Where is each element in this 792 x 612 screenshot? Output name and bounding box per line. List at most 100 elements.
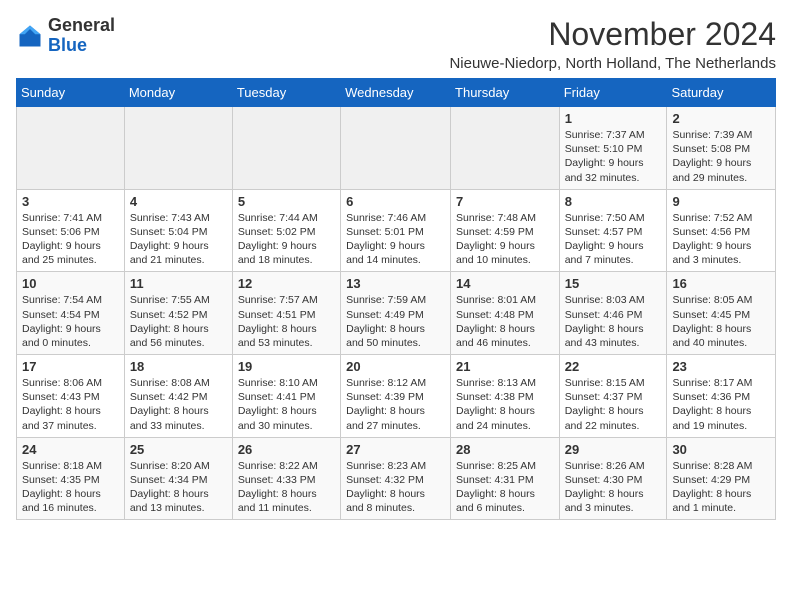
day-number: 8	[565, 194, 662, 209]
day-number: 16	[672, 276, 770, 291]
table-row: 16 Sunrise: 8:05 AM Sunset: 4:45 PM Dayli…	[667, 272, 776, 355]
day-number: 2	[672, 111, 770, 126]
table-row: 9 Sunrise: 7:52 AM Sunset: 4:56 PM Daylig…	[667, 189, 776, 272]
table-row: 25 Sunrise: 8:20 AM Sunset: 4:34 PM Dayli…	[124, 437, 232, 520]
day-number: 12	[238, 276, 335, 291]
table-row: 22 Sunrise: 8:15 AM Sunset: 4:37 PM Dayli…	[559, 355, 667, 438]
day-info: Sunrise: 7:43 AM Sunset: 5:04 PM Dayligh…	[130, 211, 227, 268]
calendar-week-row: 17Sunrise: 8:06 AM Sunset: 4:43 PM Dayli…	[17, 355, 776, 438]
day-info: Sunrise: 8:17 AM Sunset: 4:36 PM Dayligh…	[672, 376, 770, 433]
header-tuesday: Tuesday	[232, 79, 340, 107]
day-info: Sunrise: 7:55 AM Sunset: 4:52 PM Dayligh…	[130, 293, 227, 350]
day-number: 1	[565, 111, 662, 126]
table-row: 6 Sunrise: 7:46 AM Sunset: 5:01 PM Daylig…	[341, 189, 451, 272]
day-info: Sunrise: 8:03 AM Sunset: 4:46 PM Dayligh…	[565, 293, 662, 350]
table-row: 18 Sunrise: 8:08 AM Sunset: 4:42 PM Dayli…	[124, 355, 232, 438]
table-row: 4 Sunrise: 7:43 AM Sunset: 5:04 PM Daylig…	[124, 189, 232, 272]
day-info: Sunrise: 8:18 AM Sunset: 4:35 PM Dayligh…	[22, 459, 119, 516]
day-number: 6	[346, 194, 445, 209]
header-wednesday: Wednesday	[341, 79, 451, 107]
header-saturday: Saturday	[667, 79, 776, 107]
calendar-week-row: 24 Sunrise: 8:18 AM Sunset: 4:35 PM Dayli…	[17, 437, 776, 520]
day-number: 21	[456, 359, 554, 374]
day-info: Sunrise: 7:44 AM Sunset: 5:02 PM Dayligh…	[238, 211, 335, 268]
day-number: 9	[672, 194, 770, 209]
day-number: 30	[672, 442, 770, 457]
table-row: 19Sunrise: 8:10 AM Sunset: 4:41 PM Dayli…	[232, 355, 340, 438]
day-number: 27	[346, 442, 445, 457]
table-row: 28 Sunrise: 8:25 AM Sunset: 4:31 PM Dayli…	[451, 437, 560, 520]
calendar-table: Sunday Monday Tuesday Wednesday Thursday…	[16, 78, 776, 520]
day-info: Sunrise: 7:46 AM Sunset: 5:01 PM Dayligh…	[346, 211, 445, 268]
day-info: Sunrise: 7:39 AM Sunset: 5:08 PM Dayligh…	[672, 128, 770, 185]
day-info: Sunrise: 7:52 AM Sunset: 4:56 PM Dayligh…	[672, 211, 770, 268]
table-row: 30 Sunrise: 8:28 AM Sunset: 4:29 PM Dayli…	[667, 437, 776, 520]
day-number: 22	[565, 359, 662, 374]
day-number: 20	[346, 359, 445, 374]
day-info: Sunrise: 8:12 AM Sunset: 4:39 PM Dayligh…	[346, 376, 445, 433]
table-row: 24 Sunrise: 8:18 AM Sunset: 4:35 PM Dayli…	[17, 437, 125, 520]
day-number: 25	[130, 442, 227, 457]
table-row: 20 Sunrise: 8:12 AM Sunset: 4:39 PM Dayli…	[341, 355, 451, 438]
header: General Blue November 2024 Nieuwe-Niedor…	[16, 16, 776, 72]
day-info: Sunrise: 8:08 AM Sunset: 4:42 PM Dayligh…	[130, 376, 227, 433]
table-row: 23 Sunrise: 8:17 AM Sunset: 4:36 PM Dayli…	[667, 355, 776, 438]
table-row: 26 Sunrise: 8:22 AM Sunset: 4:33 PM Dayli…	[232, 437, 340, 520]
logo-icon	[16, 22, 44, 50]
logo-text: General Blue	[48, 16, 115, 56]
calendar-week-row: 3 Sunrise: 7:41 AM Sunset: 5:06 PM Daylig…	[17, 189, 776, 272]
day-number: 7	[456, 194, 554, 209]
day-info: Sunrise: 7:54 AM Sunset: 4:54 PM Dayligh…	[22, 293, 119, 350]
header-thursday: Thursday	[451, 79, 560, 107]
table-row: 7 Sunrise: 7:48 AM Sunset: 4:59 PM Daylig…	[451, 189, 560, 272]
table-row: 13 Sunrise: 7:59 AM Sunset: 4:49 PM Dayli…	[341, 272, 451, 355]
header-monday: Monday	[124, 79, 232, 107]
table-row	[451, 107, 560, 190]
day-info: Sunrise: 7:37 AM Sunset: 5:10 PM Dayligh…	[565, 128, 662, 185]
table-row: 27 Sunrise: 8:23 AM Sunset: 4:32 PM Dayli…	[341, 437, 451, 520]
calendar-week-row: 1 Sunrise: 7:37 AM Sunset: 5:10 PM Daylig…	[17, 107, 776, 190]
table-row: 15 Sunrise: 8:03 AM Sunset: 4:46 PM Dayli…	[559, 272, 667, 355]
day-info: Sunrise: 8:15 AM Sunset: 4:37 PM Dayligh…	[565, 376, 662, 433]
day-number: 29	[565, 442, 662, 457]
month-title: November 2024	[449, 16, 776, 53]
day-info: Sunrise: 8:22 AM Sunset: 4:33 PM Dayligh…	[238, 459, 335, 516]
day-info: Sunrise: 7:48 AM Sunset: 4:59 PM Dayligh…	[456, 211, 554, 268]
day-number: 4	[130, 194, 227, 209]
day-info: Sunrise: 8:28 AM Sunset: 4:29 PM Dayligh…	[672, 459, 770, 516]
day-number: 13	[346, 276, 445, 291]
day-number: 5	[238, 194, 335, 209]
day-number: 26	[238, 442, 335, 457]
table-row: 14Sunrise: 8:01 AM Sunset: 4:48 PM Dayli…	[451, 272, 560, 355]
title-area: November 2024 Nieuwe-Niedorp, North Holl…	[449, 16, 776, 72]
day-info: Sunrise: 7:59 AM Sunset: 4:49 PM Dayligh…	[346, 293, 445, 350]
day-info: Sunrise: 8:26 AM Sunset: 4:30 PM Dayligh…	[565, 459, 662, 516]
table-row: 3 Sunrise: 7:41 AM Sunset: 5:06 PM Daylig…	[17, 189, 125, 272]
table-row	[341, 107, 451, 190]
day-info: Sunrise: 8:25 AM Sunset: 4:31 PM Dayligh…	[456, 459, 554, 516]
header-friday: Friday	[559, 79, 667, 107]
day-number: 14	[456, 276, 554, 291]
day-number: 24	[22, 442, 119, 457]
day-number: 28	[456, 442, 554, 457]
table-row: 12Sunrise: 7:57 AM Sunset: 4:51 PM Dayli…	[232, 272, 340, 355]
day-number: 23	[672, 359, 770, 374]
day-info: Sunrise: 7:50 AM Sunset: 4:57 PM Dayligh…	[565, 211, 662, 268]
day-info: Sunrise: 8:13 AM Sunset: 4:38 PM Dayligh…	[456, 376, 554, 433]
table-row	[17, 107, 125, 190]
day-number: 15	[565, 276, 662, 291]
table-row: 10Sunrise: 7:54 AM Sunset: 4:54 PM Dayli…	[17, 272, 125, 355]
day-info: Sunrise: 8:20 AM Sunset: 4:34 PM Dayligh…	[130, 459, 227, 516]
day-info: Sunrise: 8:23 AM Sunset: 4:32 PM Dayligh…	[346, 459, 445, 516]
table-row: 2 Sunrise: 7:39 AM Sunset: 5:08 PM Daylig…	[667, 107, 776, 190]
day-info: Sunrise: 8:10 AM Sunset: 4:41 PM Dayligh…	[238, 376, 335, 433]
day-info: Sunrise: 7:41 AM Sunset: 5:06 PM Dayligh…	[22, 211, 119, 268]
day-number: 3	[22, 194, 119, 209]
day-info: Sunrise: 8:06 AM Sunset: 4:43 PM Dayligh…	[22, 376, 119, 433]
logo: General Blue	[16, 16, 115, 56]
table-row: 8 Sunrise: 7:50 AM Sunset: 4:57 PM Daylig…	[559, 189, 667, 272]
table-row: 17Sunrise: 8:06 AM Sunset: 4:43 PM Dayli…	[17, 355, 125, 438]
day-info: Sunrise: 8:05 AM Sunset: 4:45 PM Dayligh…	[672, 293, 770, 350]
day-number: 18	[130, 359, 227, 374]
table-row: 29 Sunrise: 8:26 AM Sunset: 4:30 PM Dayli…	[559, 437, 667, 520]
